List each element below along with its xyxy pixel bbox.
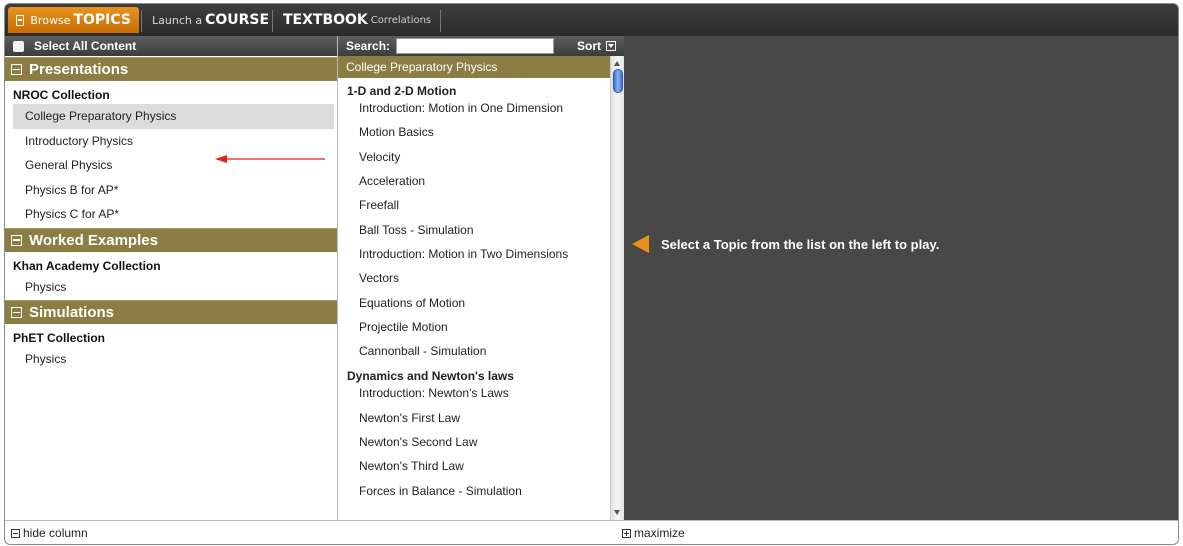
- topic-item[interactable]: Introduction: Motion in One Dimension: [338, 96, 610, 120]
- content-library-column: Select All Content Presentations NROC Co…: [5, 36, 338, 520]
- player-hint: Select a Topic from the list on the left…: [632, 235, 939, 253]
- topic-item[interactable]: Newton's First Law: [338, 406, 610, 430]
- collection-heading: PhET Collection: [13, 331, 106, 345]
- topic-list-column: Search: Sort College Preparatory Physics…: [338, 36, 624, 520]
- library-item-college-prep-physics[interactable]: College Preparatory Physics: [13, 104, 334, 129]
- collapse-icon: [11, 528, 20, 538]
- topic-item[interactable]: Introduction: Motion in Two Dimensions: [338, 242, 610, 266]
- topic-item[interactable]: Projectile Motion: [338, 315, 610, 339]
- tab-browse-small-label: Browse: [30, 13, 71, 27]
- topic-item[interactable]: Velocity: [338, 145, 610, 169]
- tab-textbook-label: TEXTBOOK: [283, 12, 368, 28]
- select-all-label: Select All Content: [34, 39, 137, 53]
- library-item-physics-b-ap[interactable]: Physics B for AP*: [5, 178, 337, 203]
- topic-list-header: Search: Sort: [338, 36, 624, 56]
- top-tab-bar: Browse TOPICS Launch a COURSE TEXTBOOK C…: [5, 4, 1178, 36]
- section-title: Simulations: [29, 304, 115, 321]
- library-item-khan-physics[interactable]: Physics: [5, 275, 337, 300]
- tab-divider: [141, 10, 142, 32]
- topic-item[interactable]: Freefall: [338, 193, 610, 217]
- expand-icon: [622, 528, 631, 538]
- tab-browse-topics[interactable]: Browse TOPICS: [8, 7, 139, 33]
- collapse-icon: [11, 234, 22, 246]
- topic-item[interactable]: Acceleration: [338, 169, 610, 193]
- scroll-up-icon[interactable]: [614, 61, 620, 66]
- search-label: Search:: [346, 39, 391, 53]
- topic-item[interactable]: Motion Basics: [338, 120, 610, 144]
- topic-item[interactable]: Forces in Balance - Simulation: [338, 478, 610, 502]
- tab-textbook-correlations[interactable]: TEXTBOOK Correlations: [275, 7, 439, 33]
- app-window: Browse TOPICS Launch a COURSE TEXTBOOK C…: [4, 3, 1179, 545]
- scroll-down-icon[interactable]: [614, 510, 620, 515]
- maximize-label: maximize: [634, 526, 685, 540]
- tab-launch-course[interactable]: Launch a COURSE: [144, 7, 277, 33]
- topic-group-heading: 1-D and 2-D Motion: [347, 84, 457, 98]
- red-arrow-annotation-icon: [215, 155, 325, 163]
- search-input[interactable]: [396, 38, 555, 54]
- course-title: College Preparatory Physics: [338, 56, 610, 78]
- topic-item[interactable]: Introduction: Newton's Laws: [338, 381, 610, 405]
- select-all-content[interactable]: Select All Content: [5, 36, 337, 56]
- sort-button[interactable]: Sort: [577, 39, 616, 53]
- player-pane: Select a Topic from the list on the left…: [624, 36, 1178, 520]
- hint-text: Select a Topic from the list on the left…: [661, 236, 940, 252]
- collection-heading: NROC Collection: [13, 88, 110, 102]
- tab-divider: [272, 10, 273, 32]
- tab-browse-label: TOPICS: [73, 12, 131, 28]
- tab-course-label: COURSE: [205, 12, 270, 28]
- sort-label: Sort: [577, 39, 601, 53]
- scrollbar-thumb[interactable]: [613, 69, 623, 93]
- section-simulations[interactable]: Simulations: [5, 300, 337, 324]
- tab-divider: [440, 10, 441, 32]
- topic-item[interactable]: Newton's Third Law: [338, 454, 610, 478]
- library-item-phet-physics[interactable]: Physics: [5, 347, 337, 372]
- section-title: Worked Examples: [29, 231, 158, 249]
- chevron-down-icon: [606, 41, 616, 51]
- select-all-checkbox[interactable]: [13, 40, 24, 52]
- topic-item[interactable]: Newton's Second Law: [338, 430, 610, 454]
- collapse-icon: [11, 307, 22, 318]
- topic-list-scrollbar[interactable]: [610, 56, 624, 520]
- collapse-icon: [16, 14, 25, 26]
- topic-item[interactable]: Ball Toss - Simulation: [338, 217, 610, 241]
- tab-course-small-label: Launch a: [152, 13, 203, 27]
- collection-heading: Khan Academy Collection: [13, 258, 161, 273]
- section-presentations[interactable]: Presentations: [5, 57, 337, 81]
- tab-textbook-small-label: Correlations: [370, 14, 432, 26]
- hide-column-button[interactable]: hide column: [11, 526, 88, 540]
- topic-list: College Preparatory Physics 1-D and 2-D …: [338, 56, 610, 520]
- bottom-bar: hide column maximize: [5, 520, 1178, 544]
- library-item-physics-c-ap[interactable]: Physics C for AP*: [5, 202, 337, 227]
- section-worked-examples[interactable]: Worked Examples: [5, 227, 337, 252]
- topic-item[interactable]: Equations of Motion: [338, 290, 610, 314]
- topic-item[interactable]: Cannonball - Simulation: [338, 339, 610, 363]
- topic-group-heading: Dynamics and Newton's laws: [347, 369, 514, 384]
- maximize-button[interactable]: maximize: [622, 526, 685, 540]
- collapse-icon: [11, 64, 22, 75]
- hide-column-label: hide column: [23, 526, 88, 540]
- section-title: Presentations: [29, 61, 129, 78]
- library-item-introductory-physics[interactable]: Introductory Physics: [5, 129, 337, 154]
- topic-item[interactable]: Vectors: [338, 266, 610, 290]
- left-arrow-icon: [632, 235, 649, 253]
